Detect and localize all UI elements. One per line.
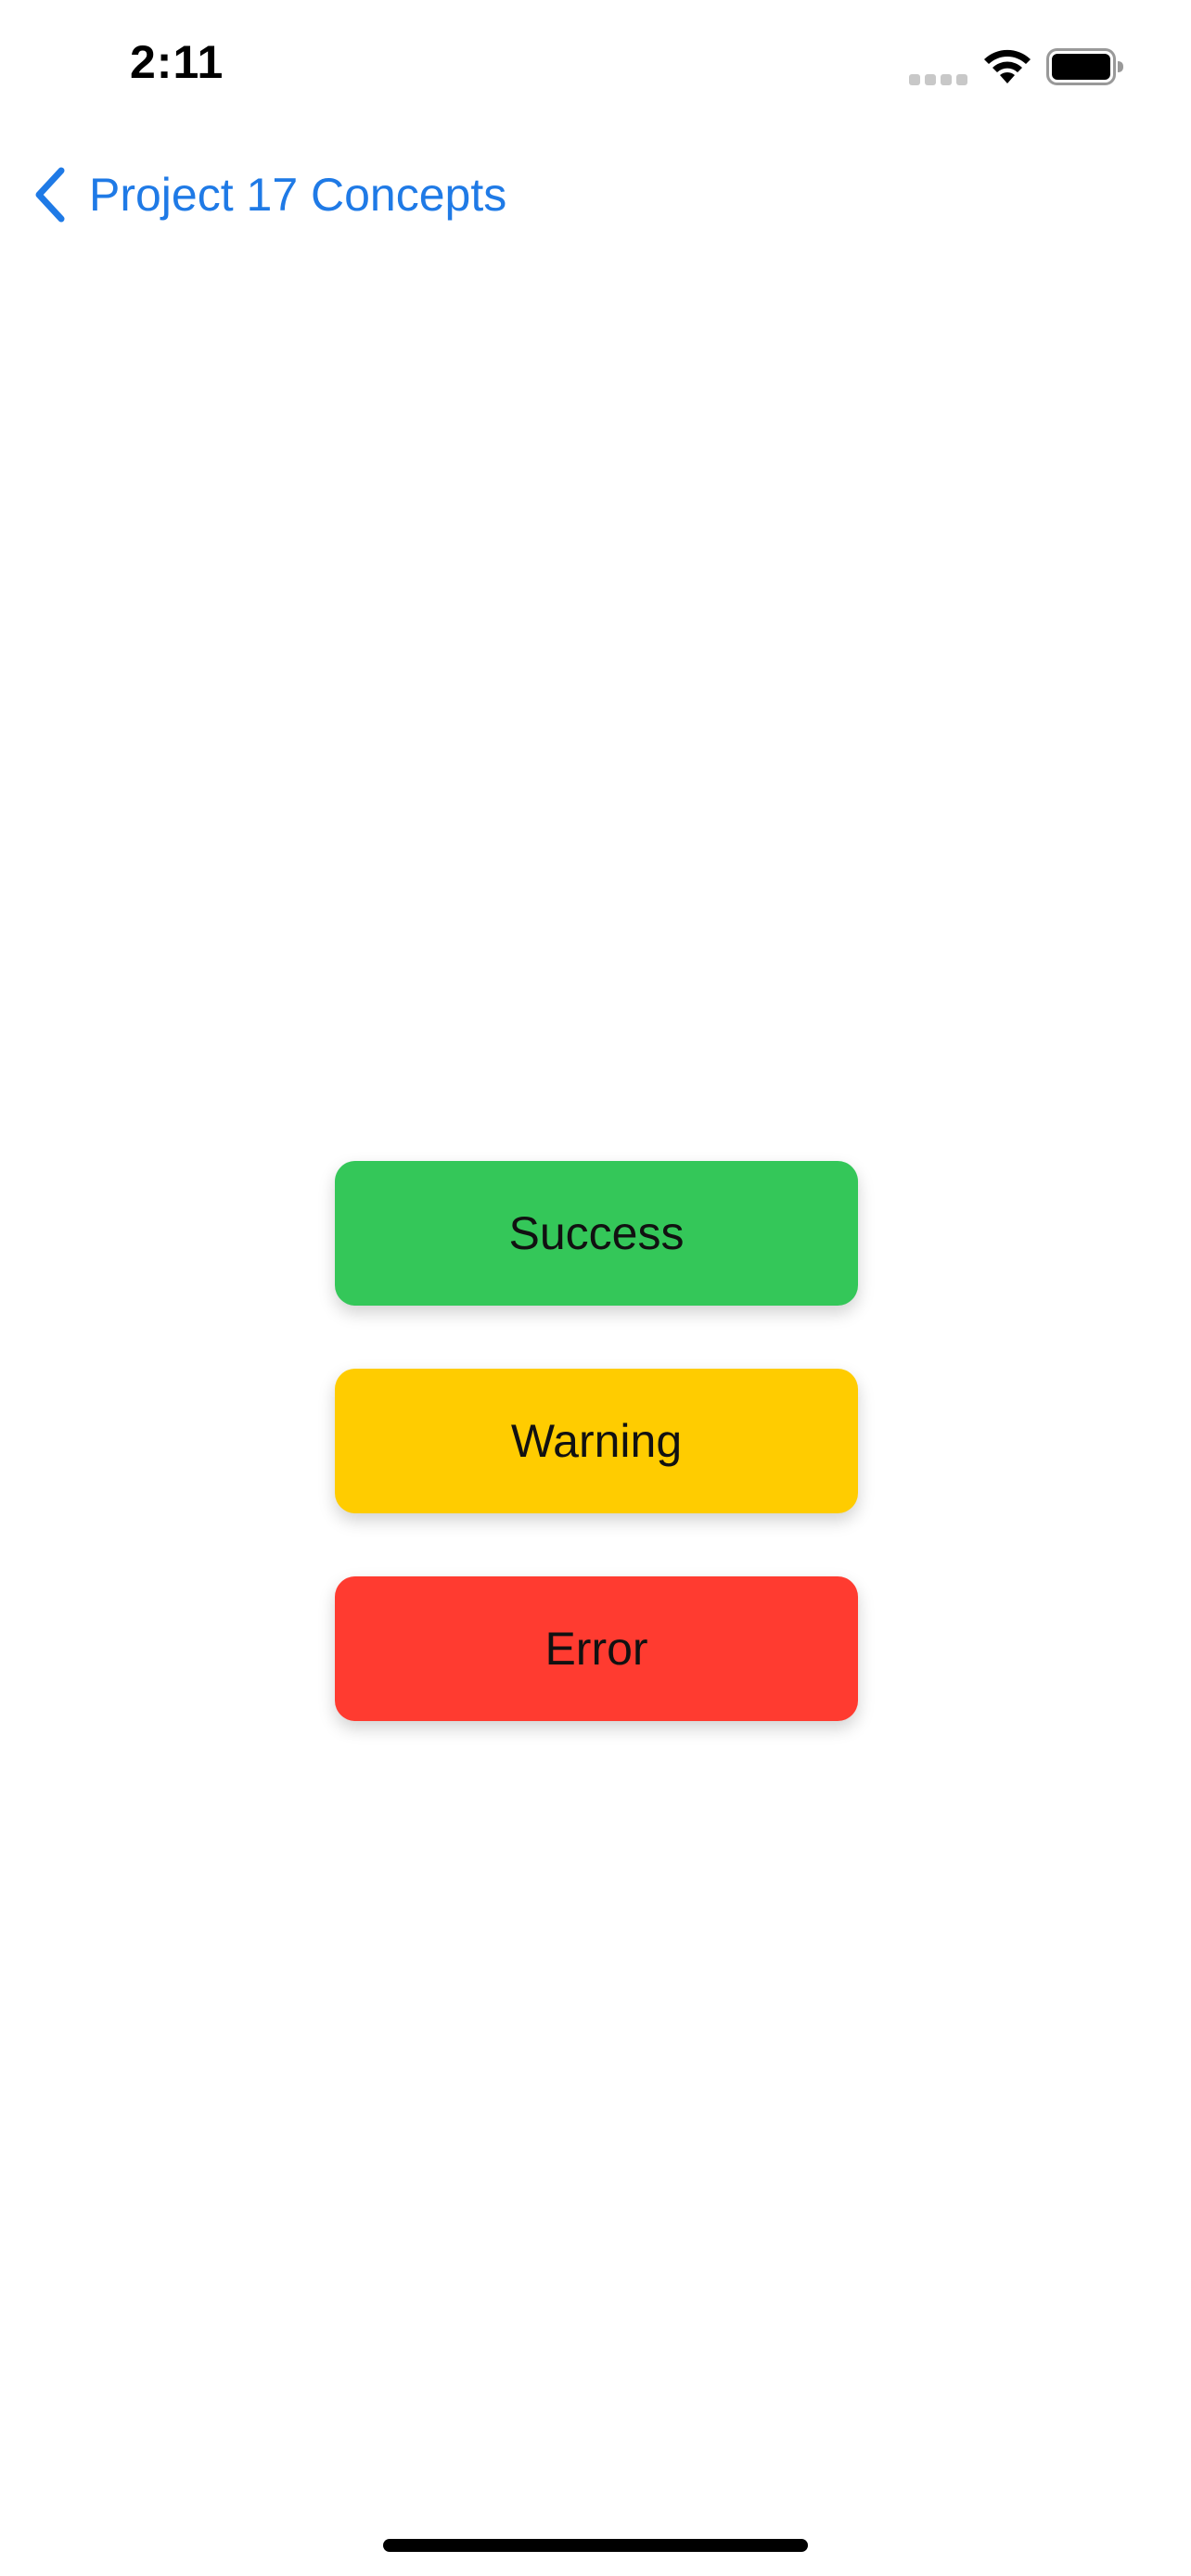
button-stack: Success Warning Error (335, 1161, 858, 1784)
chevron-left-icon (35, 167, 65, 223)
back-label: Project 17 Concepts (89, 169, 507, 221)
battery-icon (1046, 48, 1123, 85)
success-button[interactable]: Success (335, 1161, 858, 1306)
signal-icon (909, 74, 967, 85)
home-indicator (383, 2539, 808, 2552)
wifi-icon (984, 49, 1031, 83)
navigation-bar: Project 17 Concepts (0, 148, 1191, 241)
status-time: 2:11 (130, 36, 224, 88)
back-button[interactable]: Project 17 Concepts (32, 161, 506, 228)
status-bar: 2:11 (0, 0, 1191, 139)
error-button[interactable]: Error (335, 1576, 858, 1721)
warning-button[interactable]: Warning (335, 1369, 858, 1513)
